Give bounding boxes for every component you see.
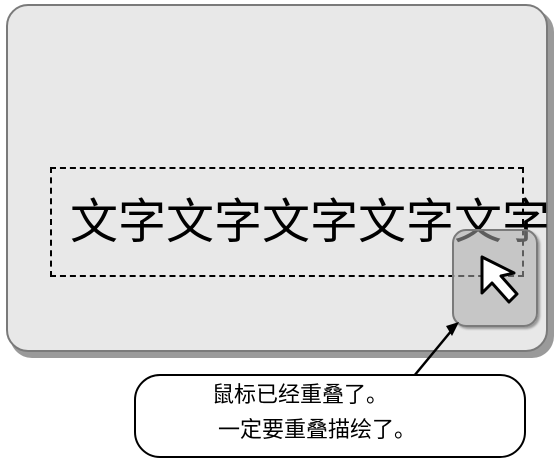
callout-line-1: 鼠标已经重叠了。 — [212, 383, 389, 408]
speech-callout: 鼠标已经重叠了。 一定要重叠描绘了。 — [134, 374, 526, 458]
screen-panel: 文字文字文字文字文字 — [6, 4, 550, 352]
arrow-cursor-icon — [480, 255, 519, 304]
cursor-overlay-tile — [452, 229, 538, 327]
illustration: 文字文字文字文字文字 鼠标已经重叠了。 一定要重叠描绘了。 — [0, 0, 560, 460]
callout-line-2: 一定要重叠描绘了。 — [218, 418, 417, 443]
